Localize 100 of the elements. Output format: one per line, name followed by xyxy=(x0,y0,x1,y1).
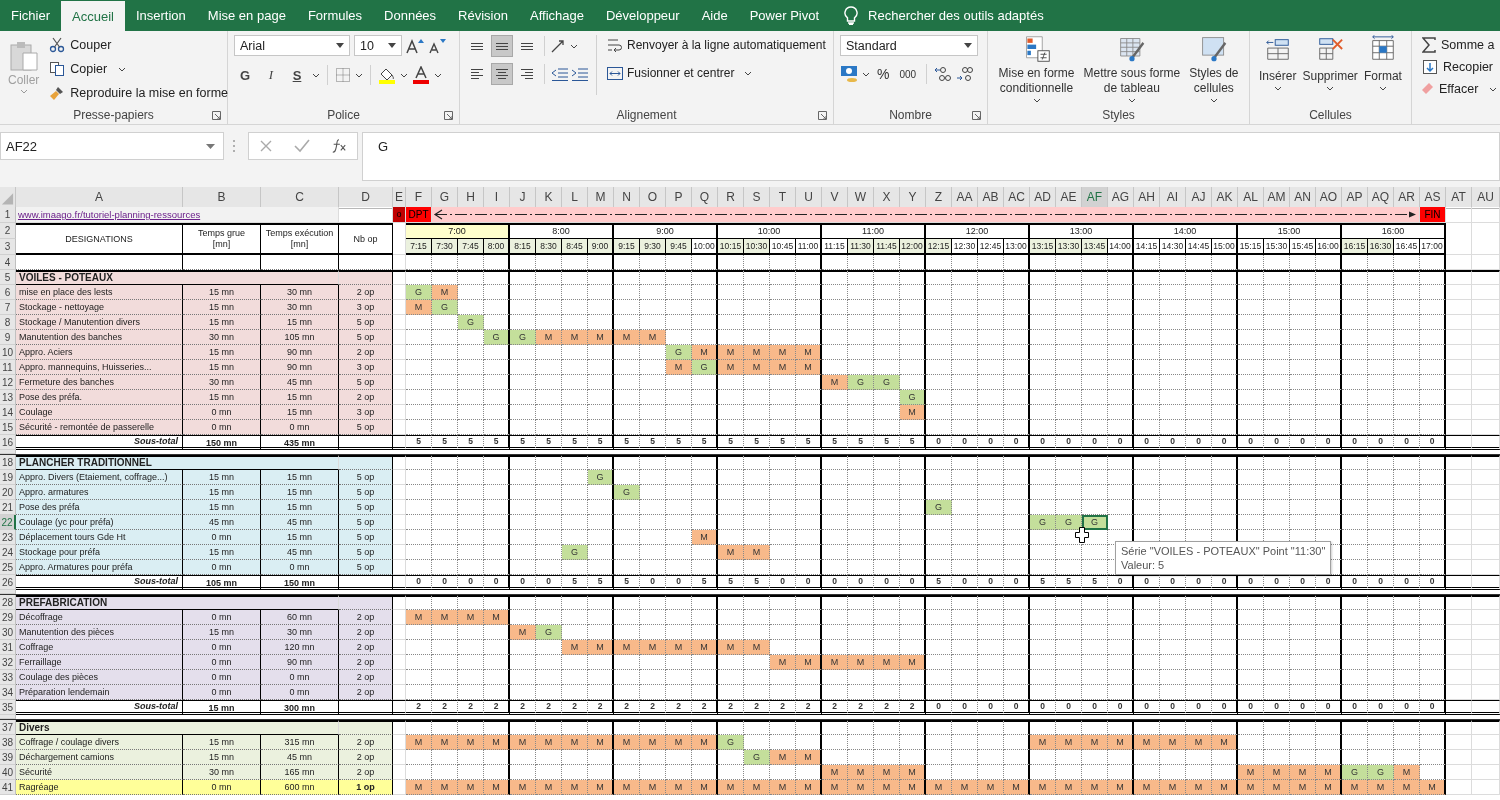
percent-button[interactable]: % xyxy=(874,66,893,82)
ribbon-tab[interactable]: Mise en page xyxy=(196,0,297,31)
row-header[interactable]: 7 xyxy=(0,300,16,315)
gantt-cell[interactable]: M xyxy=(1108,780,1134,795)
format-painter-button[interactable]: Reproduire la mise en forme xyxy=(47,83,231,103)
ribbon-tab[interactable]: Révision xyxy=(447,0,519,31)
gantt-cell[interactable]: M xyxy=(510,735,536,750)
gantt-cell[interactable]: M xyxy=(770,345,796,360)
row-header[interactable]: 19 xyxy=(0,470,16,485)
gantt-cell[interactable]: M xyxy=(1394,765,1420,780)
row-header[interactable]: 21 xyxy=(0,500,16,515)
row-header[interactable]: 35 xyxy=(0,700,16,715)
gantt-cell[interactable]: M xyxy=(796,655,822,670)
font-size-field[interactable]: 10 xyxy=(354,35,402,56)
name-box[interactable]: AF22 xyxy=(0,132,224,160)
gantt-cell[interactable]: M xyxy=(900,780,926,795)
gantt-cell[interactable]: M xyxy=(692,640,718,655)
gantt-cell[interactable]: M xyxy=(406,735,432,750)
gantt-cell[interactable]: M xyxy=(588,640,614,655)
row-header[interactable]: 10 xyxy=(0,345,16,360)
row-header[interactable]: 2 xyxy=(0,223,16,239)
gantt-cell[interactable]: G xyxy=(1082,515,1108,530)
gantt-cell[interactable]: M xyxy=(588,780,614,795)
gantt-cell[interactable]: G xyxy=(900,390,926,405)
gantt-cell[interactable]: M xyxy=(770,750,796,765)
gantt-cell[interactable]: M xyxy=(666,360,692,375)
link[interactable]: www.imaago.fr/tutoriel-planning-ressources xyxy=(18,209,201,220)
gantt-cell[interactable]: M xyxy=(744,345,770,360)
gantt-cell[interactable]: G xyxy=(1368,765,1394,780)
gantt-cell[interactable]: M xyxy=(458,780,484,795)
row-header[interactable]: 26 xyxy=(0,575,16,590)
gantt-cell[interactable]: M xyxy=(718,780,744,795)
gantt-cell[interactable]: M xyxy=(510,625,536,640)
row-header[interactable]: 30 xyxy=(0,625,16,640)
gantt-cell[interactable]: M xyxy=(770,780,796,795)
gantt-cell[interactable]: M xyxy=(900,765,926,780)
row-header[interactable]: 1 xyxy=(0,207,16,223)
gantt-cell[interactable]: G xyxy=(1056,515,1082,530)
gantt-cell[interactable]: M xyxy=(406,610,432,625)
gantt-cell[interactable]: M xyxy=(744,360,770,375)
gantt-cell[interactable]: M xyxy=(718,640,744,655)
gantt-cell[interactable]: M xyxy=(1160,735,1186,750)
thousands-separator-button[interactable]: 000 xyxy=(896,68,920,80)
row-header[interactable]: 4 xyxy=(0,255,16,270)
row-header[interactable]: 20 xyxy=(0,485,16,500)
gantt-cell[interactable]: M xyxy=(614,735,640,750)
gantt-cell[interactable]: M xyxy=(848,765,874,780)
gantt-cell[interactable]: M xyxy=(1316,765,1342,780)
gantt-cell[interactable]: G xyxy=(744,750,770,765)
ribbon-tab[interactable]: Données xyxy=(373,0,448,31)
gantt-cell[interactable]: M xyxy=(796,360,822,375)
gantt-cell[interactable]: M xyxy=(562,330,588,345)
gantt-cell[interactable]: M xyxy=(1186,780,1212,795)
gantt-cell[interactable]: M xyxy=(1212,780,1238,795)
row-header[interactable]: 34 xyxy=(0,685,16,700)
gantt-cell[interactable]: G xyxy=(536,625,562,640)
gantt-cell[interactable]: M xyxy=(614,780,640,795)
ribbon-tab[interactable]: Affichage xyxy=(518,0,595,31)
gantt-cell[interactable]: G xyxy=(848,375,874,390)
gantt-cell[interactable]: M xyxy=(874,655,900,670)
autosum-button[interactable]: Somme a xyxy=(1420,35,1497,55)
gantt-cell[interactable]: G xyxy=(718,735,744,750)
row-header[interactable]: 15 xyxy=(0,420,16,435)
cells-button[interactable]: Format xyxy=(1361,35,1404,91)
gantt-cell[interactable]: M xyxy=(718,360,744,375)
styles-button[interactable]: Mise en forme conditionnelle xyxy=(996,35,1077,103)
row-header[interactable]: 31 xyxy=(0,640,16,655)
row-header[interactable]: 40 xyxy=(0,765,16,780)
wrap-text-button[interactable]: Renvoyer à la ligne automatiquement xyxy=(605,35,828,55)
ribbon-tab[interactable]: Fichier xyxy=(0,0,61,31)
gantt-cell[interactable]: M xyxy=(1108,735,1134,750)
gantt-cell[interactable]: G xyxy=(692,360,718,375)
styles-button[interactable]: Mettre sous forme de tableau xyxy=(1081,35,1183,103)
gantt-cell[interactable]: M xyxy=(1056,735,1082,750)
gantt-cell[interactable]: M xyxy=(874,780,900,795)
gantt-cell[interactable]: M xyxy=(1264,780,1290,795)
styles-button[interactable]: Styles de cellules xyxy=(1187,35,1241,103)
row-header[interactable]: 23 xyxy=(0,530,16,545)
cells-button[interactable]: Insérer xyxy=(1257,35,1299,91)
gantt-cell[interactable]: G xyxy=(588,470,614,485)
gantt-cell[interactable]: M xyxy=(458,735,484,750)
row-header[interactable]: 41 xyxy=(0,780,16,795)
row-header[interactable]: 22 xyxy=(0,515,16,530)
fill-button[interactable]: Recopier xyxy=(1420,57,1496,77)
ribbon-tab[interactable]: Développeur xyxy=(594,0,691,31)
gantt-cell[interactable]: M xyxy=(458,610,484,625)
gantt-cell[interactable]: M xyxy=(744,780,770,795)
gantt-cell[interactable]: G xyxy=(614,485,640,500)
gantt-cell[interactable]: M xyxy=(562,640,588,655)
gantt-cell[interactable]: M xyxy=(718,545,744,560)
row-header[interactable]: 3 xyxy=(0,239,16,255)
gantt-cell[interactable]: G xyxy=(926,500,952,515)
formula-field[interactable]: G xyxy=(362,132,1500,181)
gantt-cell[interactable]: M xyxy=(1134,780,1160,795)
gantt-cell[interactable]: M xyxy=(770,360,796,375)
gantt-cell[interactable]: M xyxy=(1264,765,1290,780)
gantt-cell[interactable]: G xyxy=(562,545,588,560)
gantt-cell[interactable]: M xyxy=(952,780,978,795)
row-header[interactable]: 37 xyxy=(0,720,16,735)
row-header[interactable]: 13 xyxy=(0,390,16,405)
